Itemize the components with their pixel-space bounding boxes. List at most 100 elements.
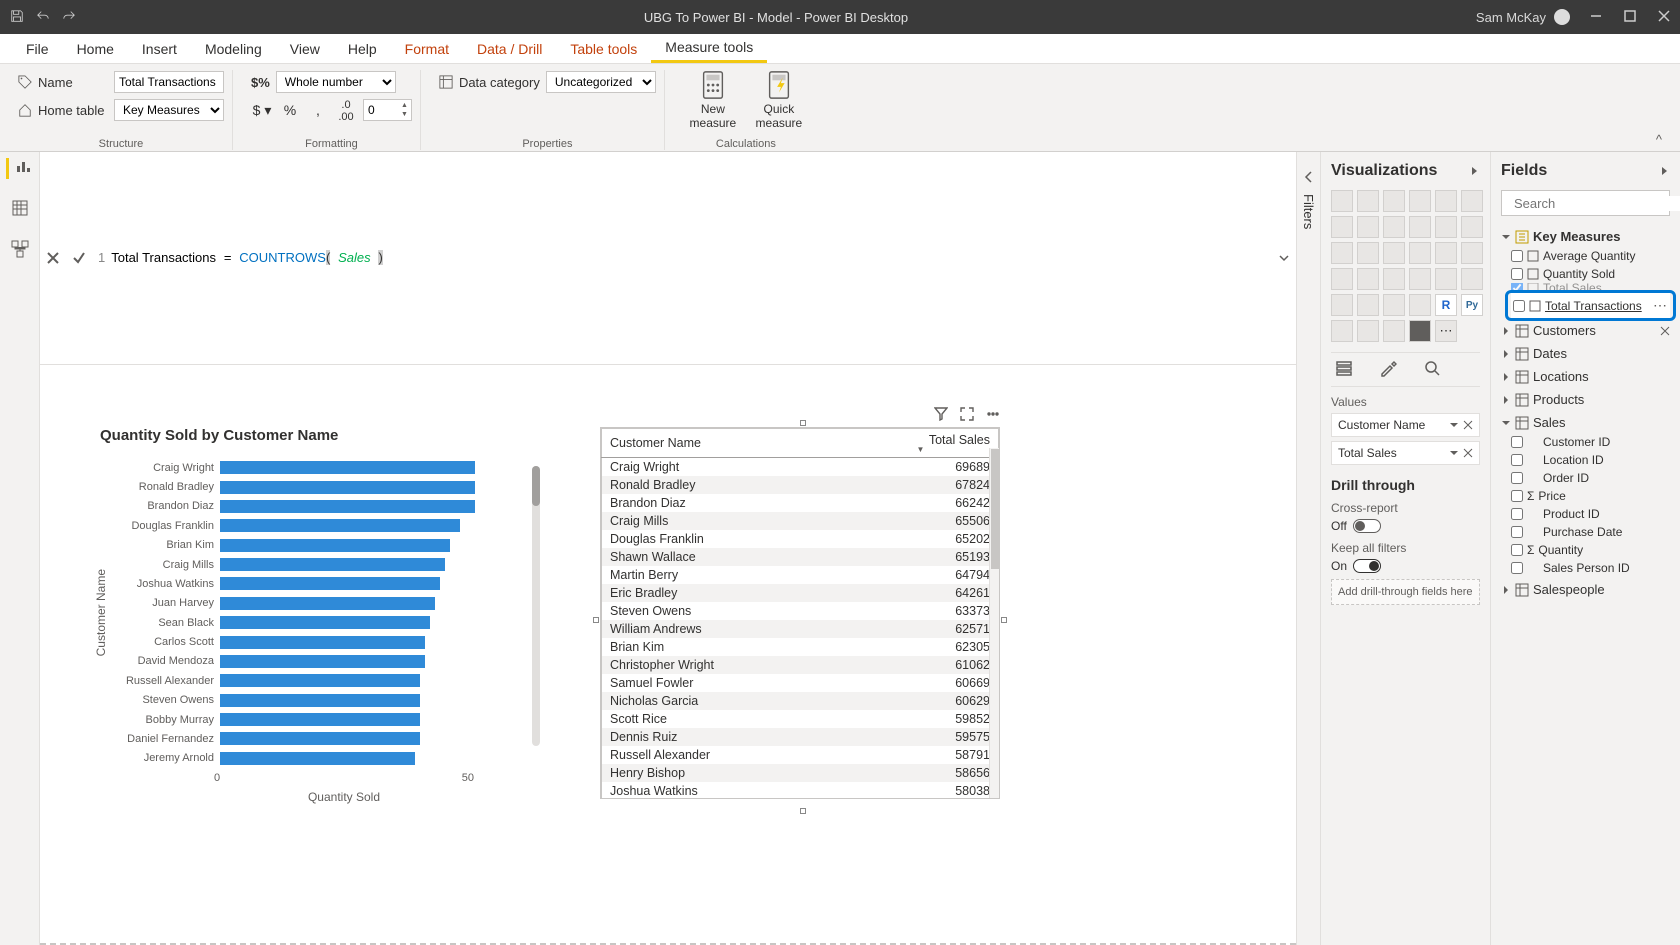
bar-row[interactable]: Douglas Franklin <box>112 517 518 535</box>
table-header-customers[interactable]: Customers <box>1501 320 1670 341</box>
collapse-fields-icon[interactable] <box>1658 165 1670 177</box>
filters-pane-collapsed[interactable]: Filters <box>1296 152 1320 945</box>
undo-icon[interactable] <box>36 9 50 26</box>
python-visual-icon[interactable]: Py <box>1461 294 1483 316</box>
remove-icon[interactable] <box>1660 326 1670 336</box>
currency-button[interactable]: $ ▾ <box>251 99 273 121</box>
table-row[interactable]: Steven Owens63373 <box>602 602 999 620</box>
fields-tab-icon[interactable] <box>1335 359 1353 380</box>
table-row[interactable]: Scott Rice59852 <box>602 710 999 728</box>
multi-card-icon[interactable] <box>1461 268 1483 290</box>
field-quantity[interactable]: ΣQuantity <box>1511 541 1670 559</box>
analytics-tab-icon[interactable] <box>1423 359 1441 380</box>
stacked-bar-icon[interactable] <box>1331 190 1353 212</box>
formula-cancel-icon[interactable] <box>40 245 66 271</box>
clustered-bar-icon[interactable] <box>1383 190 1405 212</box>
tab-table-tools[interactable]: Table tools <box>556 34 651 63</box>
data-view-icon[interactable] <box>11 199 29 220</box>
filled-map-icon[interactable] <box>1357 268 1379 290</box>
donut-icon[interactable] <box>1435 242 1457 264</box>
field-more-icon[interactable]: ⋯ <box>1653 297 1668 314</box>
bar-row[interactable]: Jeremy Arnold <box>112 749 518 767</box>
line-clustered-icon[interactable] <box>1435 216 1457 238</box>
field-order-id[interactable]: Order ID <box>1511 469 1670 487</box>
col-customer-name[interactable]: Customer Name <box>602 429 843 458</box>
stacked-area-icon[interactable] <box>1383 216 1405 238</box>
table-scrollbar[interactable] <box>989 448 999 798</box>
shape-map-icon[interactable] <box>1383 268 1405 290</box>
table-row[interactable]: Russell Alexander58791 <box>602 746 999 764</box>
r-visual-icon[interactable]: R <box>1435 294 1457 316</box>
quick-measure-button[interactable]: Quick measure <box>749 70 809 130</box>
table-row[interactable]: Dennis Ruiz59575 <box>602 728 999 746</box>
table-row[interactable]: Ronald Bradley67824 <box>602 476 999 494</box>
get-more-icon[interactable]: ⋯ <box>1435 320 1457 342</box>
table-visual[interactable]: Customer Name Total Sales▼ Craig Wright6… <box>600 427 1000 807</box>
100-bar-icon[interactable] <box>1435 190 1457 212</box>
100-column-icon[interactable] <box>1461 190 1483 212</box>
table-header-key-measures[interactable]: Key Measures <box>1501 226 1670 247</box>
table-header-products[interactable]: Products <box>1501 389 1670 410</box>
qa-icon[interactable] <box>1383 320 1405 342</box>
table-row[interactable]: Nicholas Garcia60629 <box>602 692 999 710</box>
table-header-salespeople[interactable]: Salespeople <box>1501 579 1670 600</box>
more-options-icon[interactable] <box>986 407 1000 424</box>
tab-help[interactable]: Help <box>334 34 391 63</box>
clustered-column-icon[interactable] <box>1409 190 1431 212</box>
pie-icon[interactable] <box>1409 242 1431 264</box>
col-total-sales[interactable]: Total Sales▼ <box>843 429 999 458</box>
format-tab-icon[interactable] <box>1379 359 1397 380</box>
tab-measure-tools[interactable]: Measure tools <box>651 34 767 63</box>
formula-expand-icon[interactable] <box>1256 252 1296 264</box>
field-quantity-sold[interactable]: Quantity Sold <box>1511 265 1670 283</box>
funnel-icon[interactable] <box>1357 242 1379 264</box>
table-row[interactable]: Brian Kim62305 <box>602 638 999 656</box>
table-row[interactable]: Samuel Fowler60669 <box>602 674 999 692</box>
waterfall-icon[interactable] <box>1331 242 1353 264</box>
decimals-spinner[interactable]: ▲▼ <box>363 99 412 121</box>
redo-icon[interactable] <box>62 9 76 26</box>
kpi-icon[interactable] <box>1331 294 1353 316</box>
bar-row[interactable]: Juan Harvey <box>112 594 518 612</box>
formula-commit-icon[interactable] <box>66 245 92 271</box>
stacked-column-icon[interactable] <box>1357 190 1379 212</box>
tab-file[interactable]: File <box>12 34 63 63</box>
bar-row[interactable]: Craig Mills <box>112 556 518 574</box>
field-sales-person-id[interactable]: Sales Person ID <box>1511 559 1670 577</box>
tab-view[interactable]: View <box>276 34 334 63</box>
user-menu[interactable]: Sam McKay <box>1476 9 1570 25</box>
table-row[interactable]: Shawn Wallace65193 <box>602 548 999 566</box>
chart-scrollbar[interactable] <box>532 466 540 746</box>
thousands-button[interactable]: , <box>307 99 329 121</box>
bar-row[interactable]: Brian Kim <box>112 536 518 554</box>
table-row[interactable]: Eric Bradley64261 <box>602 584 999 602</box>
table-header-dates[interactable]: Dates <box>1501 343 1670 364</box>
field-well-customer[interactable]: Customer Name <box>1331 413 1480 437</box>
filter-icon[interactable] <box>934 407 948 424</box>
save-icon[interactable] <box>10 9 24 26</box>
ribbon-icon[interactable] <box>1461 216 1483 238</box>
keep-filters-toggle[interactable]: On <box>1331 559 1480 573</box>
bar-row[interactable]: David Mendoza <box>112 652 518 670</box>
bar-row[interactable]: Russell Alexander <box>112 672 518 690</box>
field-price[interactable]: ΣPrice <box>1511 487 1670 505</box>
field-purchase-date[interactable]: Purchase Date <box>1511 523 1670 541</box>
formula-text[interactable]: 1Total Transactions = COUNTROWS( Sales ) <box>92 250 1256 266</box>
powerapps-icon[interactable] <box>1409 320 1431 342</box>
bar-row[interactable]: Carlos Scott <box>112 633 518 651</box>
table-header-locations[interactable]: Locations <box>1501 366 1670 387</box>
card-icon[interactable] <box>1435 268 1457 290</box>
data-category-select[interactable]: Uncategorized <box>546 71 656 93</box>
bar-row[interactable]: Craig Wright <box>112 459 518 477</box>
line-icon[interactable] <box>1331 216 1353 238</box>
measure-name-input[interactable] <box>114 71 224 93</box>
maximize-icon[interactable] <box>1624 10 1636 25</box>
table-row[interactable]: Martin Berry64794 <box>602 566 999 584</box>
slicer-icon[interactable] <box>1357 294 1379 316</box>
collapse-ribbon-icon[interactable]: ^ <box>1648 128 1670 151</box>
focus-mode-icon[interactable] <box>960 407 974 424</box>
expand-filters-icon[interactable] <box>1302 170 1316 184</box>
bar-row[interactable]: Steven Owens <box>112 691 518 709</box>
bar-row[interactable]: Joshua Watkins <box>112 575 518 593</box>
gauge-icon[interactable] <box>1409 268 1431 290</box>
